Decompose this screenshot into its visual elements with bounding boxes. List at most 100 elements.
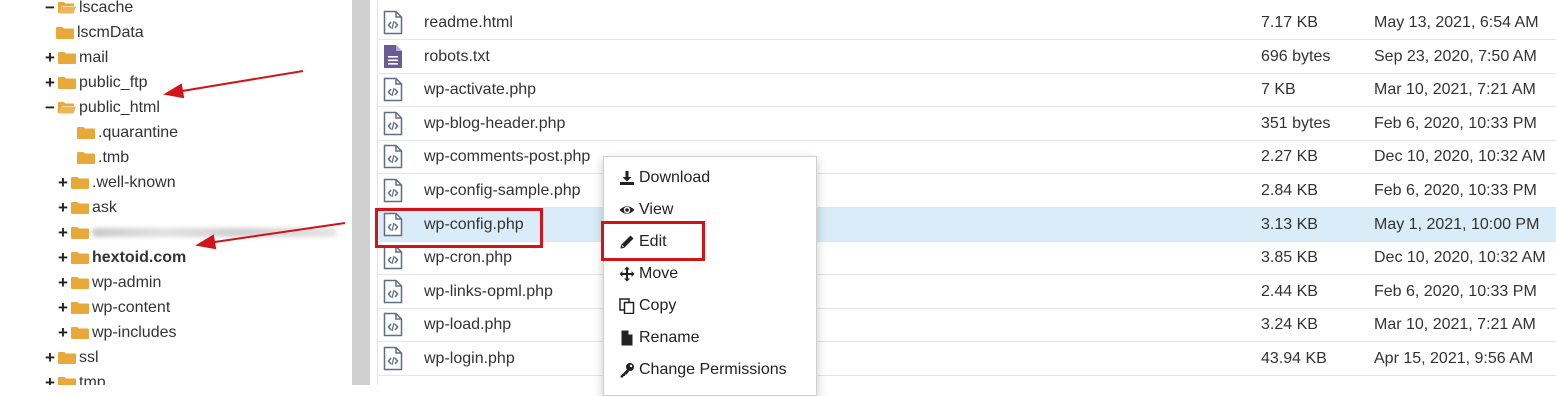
code-file-icon [383,279,403,304]
file-row[interactable]: wp-activate.php 7 KB Mar 10, 2021, 7:21 AM [378,73,1556,108]
folder-icon [71,227,89,239]
folder-icon [58,77,76,89]
move-arrows-icon [619,266,639,282]
expand-toggle[interactable]: + [44,74,56,91]
file-size: 351 bytes [1261,114,1331,132]
context-menu: Download View Edit Move Copy Rename Change Per… [603,156,817,396]
expand-toggle[interactable]: + [57,199,69,216]
tree-item[interactable]: .tmb [77,145,129,170]
folder-icon [77,127,95,139]
expand-toggle[interactable]: + [44,349,56,366]
menu-item-change-permissions[interactable]: Change Permissions [619,358,787,382]
tree-item[interactable]: + .well-known [57,170,176,195]
tree-item-label: .well-known [92,173,176,191]
eye-icon [619,202,639,218]
expand-toggle[interactable]: + [57,299,69,316]
expand-toggle[interactable]: + [57,324,69,341]
file-name: wp-blog-header.php [424,114,566,132]
file-row[interactable]: wp-comments-post.php 2.27 KB Dec 10, 2020,… [378,140,1556,175]
file-row[interactable]: wp-links-opml.php 2.44 KB Feb 6, 2020, 10:… [378,275,1556,309]
tree-item[interactable]: + tmp [44,370,106,385]
file-modified-date: Feb 6, 2020, 10:33 PM [1374,182,1537,199]
code-file-icon [383,145,403,169]
folder-icon [71,327,89,339]
tree-item[interactable]: lscmData [56,20,144,45]
tree-item[interactable]: + ask [57,195,117,220]
file-modified-date: Mar 10, 2021, 7:21 AM [1374,316,1536,334]
folder-icon [71,302,89,314]
file-size: 3.13 KB [1261,215,1318,233]
file-row[interactable]: wp-config.php 3.13 KB May 1, 2021, 10:00 P… [378,207,1556,242]
folder-icon [77,152,95,164]
tree-item[interactable]: + wp-content [57,295,170,320]
expand-toggle[interactable]: + [57,224,69,241]
folder-icon [56,27,74,39]
file-row[interactable]: wp-cron.php 3.85 KB Dec 10, 2020, 10:32 AM [378,241,1556,276]
menu-item-label: Download [639,169,711,186]
tree-item[interactable]: − lscache [44,0,133,20]
tree-item[interactable]: + [57,220,337,245]
tree-item-label: wp-content [92,298,171,316]
tree-item[interactable]: + mail [44,45,108,70]
file-name: wp-config-sample.php [424,182,581,199]
tree-item[interactable]: .quarantine [77,120,178,145]
tree-item-label: tmp [79,373,106,386]
tree-item-label: public_html [79,98,160,116]
tree-item-label: ask [92,198,117,216]
file-row[interactable]: wp-login.php 43.94 KB Apr 15, 2021, 9:56 A… [378,342,1556,376]
menu-item-label: Rename [639,329,700,346]
file-size: 3.24 KB [1261,316,1318,334]
file-row[interactable]: wp-config-sample.php 2.84 KB Feb 6, 2020, … [378,174,1556,208]
pencil-icon [619,234,639,250]
file-modified-date: May 13, 2021, 6:54 AM [1374,14,1539,31]
file-modified-date: Sep 23, 2020, 7:50 AM [1374,47,1537,65]
folder-icon [58,52,76,64]
menu-item-label: Change Permissions [639,361,787,378]
expand-toggle[interactable]: + [44,49,56,66]
collapse-toggle[interactable]: − [44,0,56,16]
expand-toggle[interactable]: + [44,374,56,385]
tree-item[interactable]: + wp-includes [57,320,176,345]
menu-item-label: Copy [639,297,677,314]
file-name: wp-config.php [424,215,524,233]
tree-item-label: public_ftp [79,73,148,91]
code-file-icon [383,10,403,35]
file-name: wp-links-opml.php [424,282,553,300]
folder-icon [71,252,89,264]
expand-toggle[interactable]: + [57,174,69,191]
menu-item-edit[interactable]: Edit [619,230,667,254]
folder-icon [71,277,89,289]
file-row[interactable]: robots.txt 696 bytes Sep 23, 2020, 7:50 AM [378,40,1556,74]
tree-item[interactable]: + wp-admin [57,270,161,295]
tree-item-label: ssl [79,348,99,366]
file-size: 7.17 KB [1261,14,1318,31]
menu-item-download[interactable]: Download [619,166,710,190]
tree-item[interactable]: + ssl [44,345,99,370]
expand-toggle[interactable]: + [57,249,69,266]
menu-item-label: Move [639,265,679,282]
menu-item-rename[interactable]: Rename [619,326,699,350]
file-row[interactable]: wp-load.php 3.24 KB Mar 10, 2021, 7:21 AM [378,308,1556,343]
folder-icon [71,177,89,189]
file-modified-date: Feb 6, 2020, 10:33 PM [1374,282,1537,300]
menu-item-view[interactable]: View [619,198,673,222]
file-modified-date: May 1, 2021, 10:00 PM [1374,215,1540,233]
file-row[interactable]: readme.html 7.17 KB May 13, 2021, 6:54 AM [378,6,1556,40]
download-icon [619,170,639,186]
file-modified-date: Mar 10, 2021, 7:21 AM [1374,81,1536,99]
file-row[interactable]: wp-blog-header.php 351 bytes Feb 6, 2020, … [378,107,1556,141]
tree-item[interactable]: + hextoid.com [57,245,186,270]
tree-item-label: .tmb [98,148,130,166]
file-modified-date: Dec 10, 2020, 10:32 AM [1374,249,1546,267]
tree-item[interactable]: − public_html [44,95,160,120]
pane-splitter[interactable] [352,0,370,385]
key-icon [619,362,639,378]
file-modified-date: Apr 15, 2021, 9:56 AM [1374,350,1534,367]
expand-toggle[interactable]: + [57,274,69,291]
menu-item-copy[interactable]: Copy [619,294,676,318]
menu-item-move[interactable]: Move [619,262,678,286]
tree-item[interactable]: + public_ftp [44,70,148,95]
file-name: wp-activate.php [424,81,537,99]
collapse-toggle[interactable]: − [44,99,56,116]
file-modified-date: Dec 10, 2020, 10:32 AM [1374,148,1546,166]
